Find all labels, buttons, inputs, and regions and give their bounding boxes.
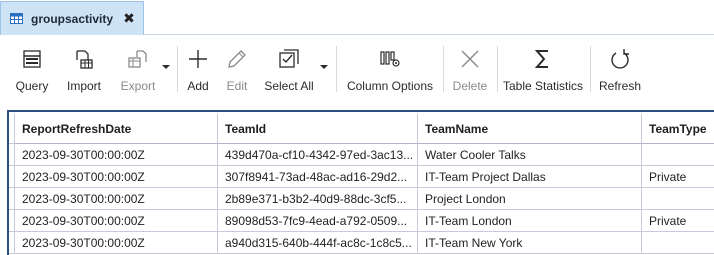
tab-groupsactivity[interactable]: groupsactivity ✖ [0, 1, 144, 35]
add-label: Add [187, 79, 209, 93]
tab-title: groupsactivity [31, 12, 114, 26]
table-statistics-button[interactable]: Table Statistics [502, 43, 584, 99]
table-cell[interactable] [642, 144, 714, 166]
toolbar: Query Import Export Add Edit Select All … [0, 35, 714, 103]
column-header[interactable]: TeamName [418, 114, 642, 144]
close-icon[interactable]: ✖ [122, 10, 136, 27]
column-header[interactable]: TeamId [218, 114, 418, 144]
query-label: Query [15, 79, 49, 93]
toolbar-separator [497, 46, 498, 92]
add-button[interactable]: Add [183, 43, 213, 99]
table-cell[interactable]: 2023-09-30T00:00:00Z [15, 232, 218, 254]
table-cell[interactable]: Project London [418, 188, 642, 210]
table-cell[interactable] [642, 188, 714, 210]
column-header[interactable]: TeamType [642, 114, 714, 144]
refresh-label: Refresh [598, 79, 642, 93]
table-cell[interactable]: a940d315-640b-444f-ac8c-1c8c5... [218, 232, 418, 254]
table-row[interactable]: 2023-09-30T00:00:00Z a940d315-640b-444f-… [9, 232, 714, 254]
export-button[interactable]: Export [116, 43, 160, 99]
edit-label: Edit [226, 79, 248, 93]
table-cell[interactable]: Water Cooler Talks [418, 144, 642, 166]
query-button[interactable]: Query [10, 43, 54, 99]
table-cell[interactable]: Private [642, 166, 714, 188]
table-cell[interactable]: IT-Team New York [418, 232, 642, 254]
table-cell[interactable]: 2023-09-30T00:00:00Z [15, 144, 218, 166]
export-icon [128, 50, 147, 68]
plus-icon [189, 50, 207, 68]
refresh-button[interactable]: Refresh [597, 43, 643, 99]
table-icon [10, 13, 23, 24]
table-cell[interactable]: IT-Team Project Dallas [418, 166, 642, 188]
toolbar-separator [336, 46, 337, 92]
table-row[interactable]: 2023-09-30T00:00:00Z 439d470a-cf10-4342-… [9, 144, 714, 166]
table-cell[interactable]: Private [642, 210, 714, 232]
table-cell[interactable] [642, 232, 714, 254]
column-options-button[interactable]: Column Options [343, 43, 437, 99]
delete-button[interactable]: Delete [450, 43, 490, 99]
table-cell[interactable]: 2023-09-30T00:00:00Z [15, 166, 218, 188]
delete-icon [461, 50, 479, 68]
column-header[interactable]: ReportRefreshDate [15, 114, 218, 144]
toolbar-separator [590, 46, 591, 92]
import-label: Import [66, 79, 101, 93]
table-cell[interactable]: 2023-09-30T00:00:00Z [15, 188, 218, 210]
refresh-icon [611, 49, 629, 69]
table-cell[interactable]: 2b89e371-b3b2-40d9-88dc-3cf5... [218, 188, 418, 210]
table-row[interactable]: 2023-09-30T00:00:00Z 307f8941-73ad-48ac-… [9, 166, 714, 188]
select-all-label: Select All [264, 79, 314, 93]
sigma-icon [534, 50, 548, 68]
tab-bar: groupsactivity ✖ [0, 0, 714, 35]
table-cell[interactable]: 439d470a-cf10-4342-97ed-3ac13... [218, 144, 418, 166]
import-icon [76, 50, 93, 69]
table-header-row: ReportRefreshDate TeamId TeamName TeamTy… [9, 114, 714, 144]
column-options-label: Column Options [346, 79, 434, 93]
select-all-icon [279, 49, 299, 68]
table-cell[interactable]: 307f8941-73ad-48ac-ad16-29d2... [218, 166, 418, 188]
column-options-icon [380, 51, 400, 67]
table-cell[interactable]: IT-Team London [418, 210, 642, 232]
select-all-button[interactable]: Select All [262, 43, 316, 99]
export-label: Export [120, 79, 156, 93]
delete-label: Delete [452, 79, 488, 93]
chevron-down-icon[interactable] [320, 65, 328, 69]
data-grid[interactable]: ReportRefreshDate TeamId TeamName TeamTy… [7, 110, 714, 255]
chevron-down-icon[interactable] [162, 65, 170, 69]
import-button[interactable]: Import [62, 43, 106, 99]
query-icon [23, 50, 41, 68]
toolbar-separator [443, 46, 444, 92]
table-statistics-label: Table Statistics [502, 79, 584, 93]
table-row[interactable]: 2023-09-30T00:00:00Z 89098d53-7fc9-4ead-… [9, 210, 714, 232]
toolbar-separator [177, 46, 178, 92]
edit-button[interactable]: Edit [222, 43, 252, 99]
table-row[interactable]: 2023-09-30T00:00:00Z 2b89e371-b3b2-40d9-… [9, 188, 714, 210]
table-cell[interactable]: 2023-09-30T00:00:00Z [15, 210, 218, 232]
pencil-icon [228, 50, 246, 68]
table-cell[interactable]: 89098d53-7fc9-4ead-a792-0509... [218, 210, 418, 232]
